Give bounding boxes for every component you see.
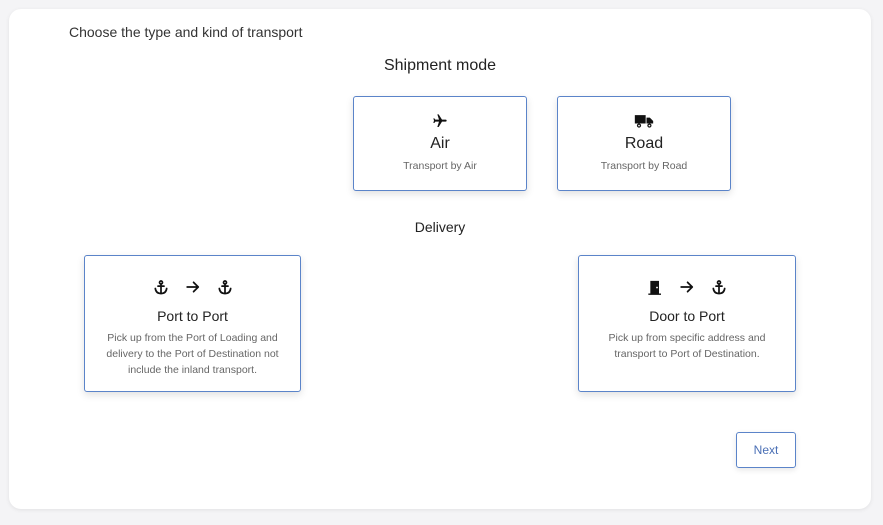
next-button[interactable]: Next [736, 432, 796, 468]
port-to-port-description: Pick up from the Port of Loading and del… [106, 332, 279, 376]
truck-icon [634, 115, 654, 128]
instruction-text: Choose the type and kind of transport [69, 24, 303, 40]
door-to-port-description: Pick up from specific address and transp… [608, 332, 766, 360]
road-subtitle: Transport by Road [600, 160, 688, 172]
road-title: Road [624, 135, 664, 152]
route-icons [579, 278, 795, 296]
delivery-option-port-to-port[interactable]: Port to Port Pick up from the Port of Lo… [84, 255, 301, 392]
arrow-right-icon [680, 281, 694, 293]
door-icon [648, 280, 661, 295]
transport-selection-panel: Choose the type and kind of transport Sh… [9, 9, 871, 509]
delivery-option-door-to-port[interactable]: Door to Port Pick up from specific addre… [578, 255, 796, 392]
air-subtitle: Transport by Air [403, 160, 477, 172]
shipment-mode-title: Shipment mode [383, 57, 497, 74]
arrow-right-icon [185, 281, 199, 293]
shipment-option-air[interactable]: Air Transport by Air [353, 96, 527, 191]
anchor-icon [712, 279, 726, 294]
airplane-icon [433, 114, 447, 127]
air-title: Air [430, 135, 450, 152]
port-to-port-title: Port to Port [157, 308, 228, 324]
anchor-icon [153, 279, 168, 294]
anchor-icon [217, 279, 232, 294]
shipment-option-road[interactable]: Road Transport by Road [557, 96, 731, 191]
route-icons [85, 278, 300, 296]
door-to-port-title: Door to Port [649, 308, 725, 324]
delivery-title: Delivery [414, 219, 466, 235]
